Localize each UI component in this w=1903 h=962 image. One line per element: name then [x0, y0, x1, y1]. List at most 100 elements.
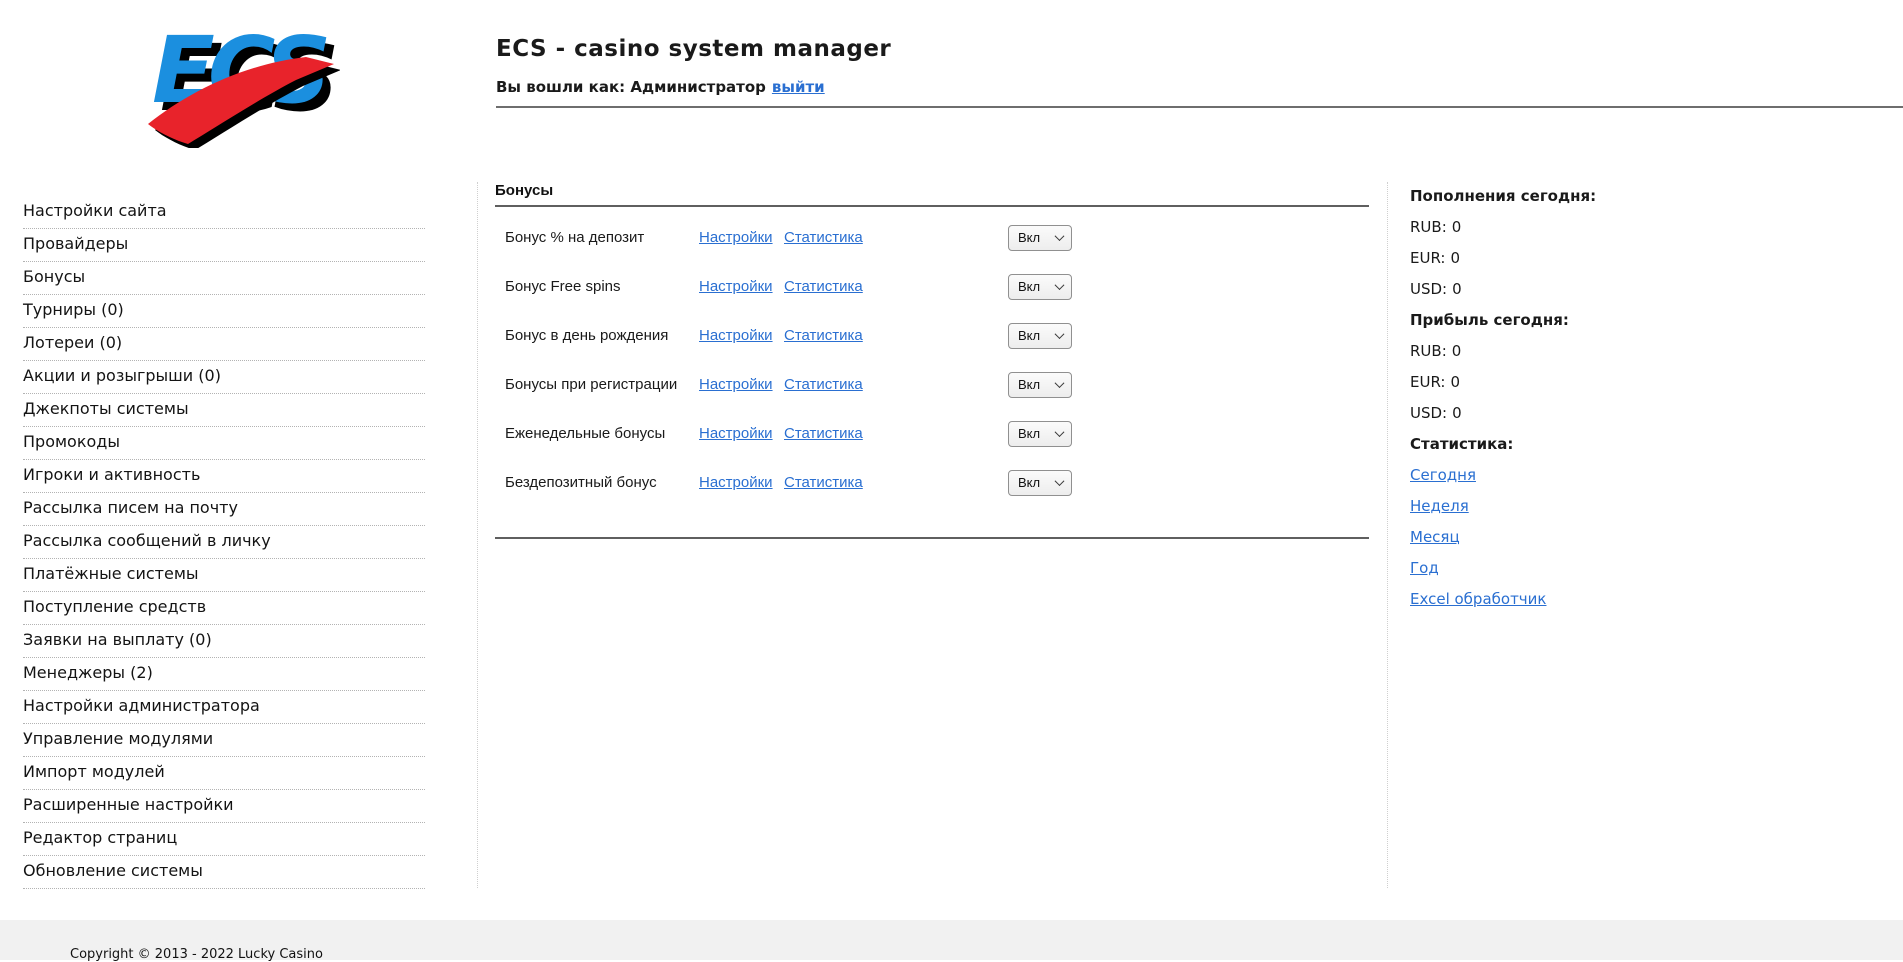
sidebar-item-jackpots[interactable]: Джекпоты системы	[23, 394, 425, 427]
deposit-rub: RUB: 0	[1410, 211, 1880, 242]
sidebar-item-managers[interactable]: Менеджеры (2)	[23, 658, 425, 691]
sidebar-item-advanced-settings[interactable]: Расширенные настройки	[23, 790, 425, 823]
logout-link[interactable]: выйти	[772, 78, 825, 96]
settings-link[interactable]: Настройки	[699, 278, 773, 295]
chevron-down-icon	[1055, 231, 1065, 241]
bonus-toggle-select[interactable]: Вкл	[1008, 372, 1072, 398]
currency-label: USD:	[1410, 404, 1447, 422]
sidebar-item-incoming-funds[interactable]: Поступление средств	[23, 592, 425, 625]
sidebar-item-players-activity[interactable]: Игроки и активность	[23, 460, 425, 493]
settings-link[interactable]: Настройки	[699, 327, 773, 344]
select-value: Вкл	[1018, 328, 1040, 343]
currency-value: 0	[1452, 218, 1462, 236]
statistics-link[interactable]: Статистика	[784, 327, 863, 344]
chevron-down-icon	[1055, 427, 1065, 437]
stats-link-month[interactable]: Месяц	[1410, 528, 1460, 546]
bottom-divider	[495, 537, 1369, 539]
settings-link[interactable]: Настройки	[699, 229, 773, 246]
bonus-toggle-select[interactable]: Вкл	[1008, 421, 1072, 447]
sidebar-item-site-settings[interactable]: Настройки сайта	[23, 196, 425, 229]
statistics-link[interactable]: Статистика	[784, 376, 863, 393]
bonus-toggle-select[interactable]: Вкл	[1008, 225, 1072, 251]
sidebar-item-page-editor[interactable]: Редактор страниц	[23, 823, 425, 856]
select-value: Вкл	[1018, 426, 1040, 441]
sidebar-item-admin-settings[interactable]: Настройки администратора	[23, 691, 425, 724]
bonus-label: Бонус % на депозит	[505, 229, 699, 246]
stats-link-week[interactable]: Неделя	[1410, 497, 1469, 515]
bonus-toggle-select[interactable]: Вкл	[1008, 274, 1072, 300]
currency-value: 0	[1450, 249, 1460, 267]
currency-value: 0	[1452, 342, 1462, 360]
currency-value: 0	[1452, 404, 1462, 422]
select-value: Вкл	[1018, 377, 1040, 392]
stats-link-year[interactable]: Год	[1410, 559, 1439, 577]
bonus-label: Бонус в день рождения	[505, 327, 699, 344]
sidebar-item-tournaments[interactable]: Турниры (0)	[23, 295, 425, 328]
bonus-row: Бонус в день рождения Настройки Статисти…	[495, 311, 1387, 360]
statistics-link[interactable]: Статистика	[784, 474, 863, 491]
sidebar-item-bonuses[interactable]: Бонусы	[23, 262, 425, 295]
statistics-link[interactable]: Статистика	[784, 425, 863, 442]
bonus-toggle-select[interactable]: Вкл	[1008, 470, 1072, 496]
sidebar-item-module-import[interactable]: Импорт модулей	[23, 757, 425, 790]
currency-label: EUR:	[1410, 249, 1445, 267]
select-value: Вкл	[1018, 475, 1040, 490]
statistics-link[interactable]: Статистика	[784, 229, 863, 246]
sidebar-item-pm-mailing[interactable]: Рассылка сообщений в личку	[23, 526, 425, 559]
chevron-down-icon	[1055, 280, 1065, 290]
bonus-row: Еженедельные бонусы Настройки Статистика…	[495, 409, 1387, 458]
currency-label: RUB:	[1410, 342, 1447, 360]
sidebar-item-promocodes[interactable]: Промокоды	[23, 427, 425, 460]
ecs-logo[interactable]: ECS ECS	[136, 12, 340, 148]
bonus-label: Бонус Free spins	[505, 278, 699, 295]
bonus-toggle-select[interactable]: Вкл	[1008, 323, 1072, 349]
select-value: Вкл	[1018, 230, 1040, 245]
deposit-usd: USD: 0	[1410, 273, 1880, 304]
bonus-row: Бездепозитный бонус Настройки Статистика…	[495, 458, 1387, 507]
sidebar-nav: Настройки сайта Провайдеры Бонусы Турнир…	[23, 196, 425, 889]
bonus-rows: Бонус % на депозит Настройки Статистика …	[495, 213, 1387, 507]
sidebar-item-payment-systems[interactable]: Платёжные системы	[23, 559, 425, 592]
currency-label: EUR:	[1410, 373, 1445, 391]
login-status-label: Вы вошли как: Администратор	[496, 78, 766, 96]
sidebar-item-promotions[interactable]: Акции и розыгрыши (0)	[23, 361, 425, 394]
currency-value: 0	[1450, 373, 1460, 391]
currency-label: USD:	[1410, 280, 1447, 298]
header-divider	[496, 106, 1903, 108]
profit-rub: RUB: 0	[1410, 335, 1880, 366]
bonus-row: Бонус Free spins Настройки Статистика Вк…	[495, 262, 1387, 311]
chevron-down-icon	[1055, 476, 1065, 486]
bonus-label: Еженедельные бонусы	[505, 425, 699, 442]
statistics-heading: Статистика:	[1410, 428, 1880, 459]
bonuses-panel: Бонусы Бонус % на депозит Настройки Стат…	[477, 182, 1388, 888]
stats-link-today[interactable]: Сегодня	[1410, 466, 1476, 484]
bonuses-heading: Бонусы	[495, 183, 1387, 199]
statistics-link[interactable]: Статистика	[784, 278, 863, 295]
bonus-row: Бонус % на депозит Настройки Статистика …	[495, 213, 1387, 262]
currency-label: RUB:	[1410, 218, 1447, 236]
sidebar-item-module-management[interactable]: Управление модулями	[23, 724, 425, 757]
login-status: Вы вошли как: Администратор выйти	[496, 78, 825, 96]
select-value: Вкл	[1018, 279, 1040, 294]
bonus-label: Бездепозитный бонус	[505, 474, 699, 491]
footer: Copyright © 2013 - 2022 Lucky Casino	[0, 920, 1903, 960]
top-divider	[495, 205, 1369, 207]
sidebar-item-system-update[interactable]: Обновление системы	[23, 856, 425, 889]
sidebar-item-lotteries[interactable]: Лотереи (0)	[23, 328, 425, 361]
currency-value: 0	[1452, 280, 1462, 298]
profit-eur: EUR: 0	[1410, 366, 1880, 397]
sidebar-item-payout-requests[interactable]: Заявки на выплату (0)	[23, 625, 425, 658]
stats-link-excel-processor[interactable]: Excel обработчик	[1410, 590, 1546, 608]
page-title: ECS - casino system manager	[496, 36, 891, 62]
settings-link[interactable]: Настройки	[699, 474, 773, 491]
sidebar-item-email-mailing[interactable]: Рассылка писем на почту	[23, 493, 425, 526]
ecs-logo-image: ECS ECS	[136, 12, 340, 148]
stats-panel: Пополнения сегодня: RUB:0 EUR:0 USD:0 Пр…	[1410, 180, 1880, 614]
bonus-label: Бонусы при регистрации	[505, 376, 699, 393]
deposit-eur: EUR: 0	[1410, 242, 1880, 273]
settings-link[interactable]: Настройки	[699, 376, 773, 393]
settings-link[interactable]: Настройки	[699, 425, 773, 442]
profit-today-heading: Прибыль сегодня:	[1410, 304, 1880, 335]
sidebar-item-providers[interactable]: Провайдеры	[23, 229, 425, 262]
profit-usd: USD: 0	[1410, 397, 1880, 428]
